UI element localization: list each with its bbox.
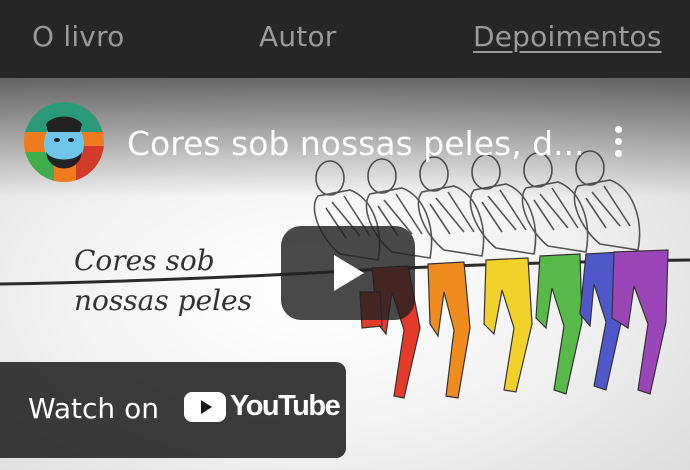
play-icon <box>334 255 364 291</box>
watch-on-label: Watch on <box>28 392 159 425</box>
nav-link-o-livro[interactable]: O livro <box>32 20 125 53</box>
video-title[interactable]: Cores sob nossas peles, d... <box>127 124 585 163</box>
nav-link-depoimentos[interactable]: Depoimentos <box>473 20 662 53</box>
kebab-menu-icon[interactable] <box>607 126 629 162</box>
thumbnail-text-line2: nossas peles <box>74 284 252 317</box>
channel-avatar[interactable] <box>24 102 104 182</box>
top-navigation: O livro Autor Depoimentos <box>0 0 690 78</box>
nav-link-autor[interactable]: Autor <box>259 20 337 53</box>
youtube-play-logo-icon <box>184 392 226 422</box>
youtube-wordmark: YouTube <box>230 390 341 422</box>
watch-on-youtube-button[interactable]: Watch on YouTube <box>0 362 346 458</box>
thumbnail-text-line1: Cores sob <box>74 244 215 277</box>
play-button[interactable] <box>281 226 415 320</box>
youtube-video-embed[interactable]: Cores sob nossas peles Cores sob nossas … <box>0 78 690 470</box>
